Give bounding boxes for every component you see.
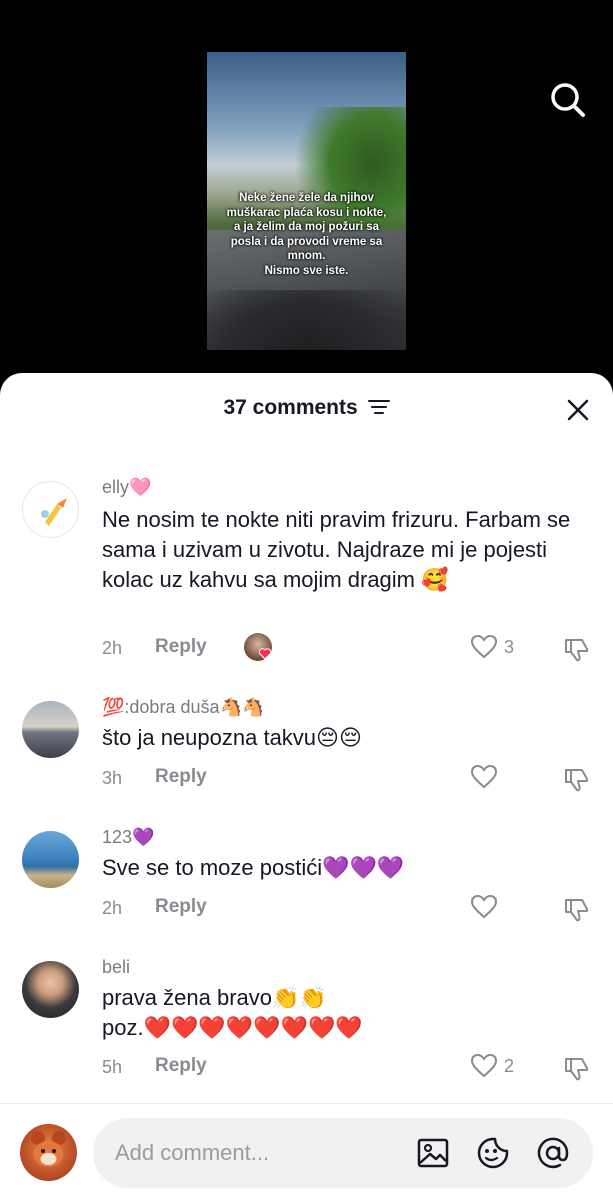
thumbs-down-icon[interactable] — [562, 895, 592, 925]
comment-text: Sve se to moze postići💜💜💜 — [102, 855, 405, 880]
comment-item: 123💜 Sve se to moze postići💜💜💜 2h Reply — [0, 823, 613, 933]
reply-button[interactable]: Reply — [155, 896, 207, 918]
heart-outline-icon — [470, 764, 498, 789]
heart-outline-icon — [470, 1053, 498, 1078]
avatar[interactable] — [22, 481, 79, 538]
creator-liked-badge — [244, 633, 272, 661]
comments-sheet: 37 comments elly🩷 Ne nosim te nokte niti… — [0, 373, 613, 1200]
video-area: Neke žene žele da njihov muškarac plaća … — [0, 0, 613, 390]
my-avatar[interactable] — [20, 1124, 77, 1181]
thumbs-down-icon[interactable] — [562, 765, 592, 795]
search-icon[interactable] — [548, 80, 588, 120]
dashboard-graphic — [207, 290, 406, 350]
reply-button[interactable]: Reply — [155, 636, 207, 658]
avatar[interactable] — [22, 961, 79, 1018]
comment-time: 2h — [102, 898, 123, 918]
reply-button[interactable]: Reply — [155, 766, 207, 788]
video-overlay-text: Neke žene žele da njihov muškarac plaća … — [226, 192, 387, 277]
heart-outline-icon — [470, 894, 498, 919]
like-button[interactable] — [470, 763, 530, 793]
comment-item: beli prava žena bravo👏👏 poz.❤️❤️❤️❤️❤️❤️… — [0, 953, 613, 1093]
comment-composer — [0, 1103, 613, 1200]
video-thumbnail[interactable]: Neke žene žele da njihov muškarac plaća … — [207, 52, 406, 350]
like-button[interactable]: 3 — [470, 633, 530, 663]
like-count: 2 — [504, 1056, 515, 1076]
comment-item: 💯:dobra duša🐴🐴 što ja neupozna takvu😔😔 3… — [0, 693, 613, 803]
close-icon[interactable] — [563, 395, 593, 425]
comment-text: prava žena bravo👏👏 poz.❤️❤️❤️❤️❤️❤️❤️❤️ — [102, 985, 363, 1040]
comment-username[interactable]: 💯:dobra duša🐴🐴 — [102, 697, 264, 718]
image-icon[interactable] — [416, 1136, 450, 1170]
heart-outline-icon — [470, 634, 498, 659]
like-count: 3 — [504, 637, 515, 657]
comment-username[interactable]: 123💜 — [102, 827, 154, 848]
comment-input-container — [93, 1118, 593, 1188]
comment-time: 3h — [102, 768, 123, 788]
at-sign-icon[interactable] — [536, 1136, 570, 1170]
comment-time: 5h — [102, 1057, 123, 1077]
reply-button[interactable]: Reply — [155, 1055, 207, 1077]
comments-count-title[interactable]: 37 comments — [0, 396, 613, 420]
like-button[interactable] — [470, 893, 530, 923]
sticker-smile-icon[interactable] — [476, 1136, 510, 1170]
comment-username[interactable]: elly🩷 — [102, 477, 151, 498]
comment-username[interactable]: beli — [102, 957, 130, 978]
comments-count-label: 37 comments — [223, 396, 358, 419]
comments-header: 37 comments — [0, 373, 613, 443]
sort-lines-icon[interactable] — [367, 399, 390, 415]
comment-input[interactable] — [115, 1118, 405, 1188]
comment-time: 2h — [102, 638, 123, 658]
comment-text: što ja neupozna takvu😔😔 — [102, 725, 362, 750]
thumbs-down-icon[interactable] — [562, 635, 592, 665]
like-button[interactable]: 2 — [470, 1052, 530, 1082]
comment-item: elly🩷 Ne nosim te nokte niti pravim friz… — [0, 473, 613, 673]
avatar[interactable] — [22, 831, 79, 888]
comment-text: Ne nosim te nokte niti pravim frizuru. F… — [102, 507, 571, 592]
avatar[interactable] — [22, 701, 79, 758]
thumbs-down-icon[interactable] — [562, 1054, 592, 1084]
